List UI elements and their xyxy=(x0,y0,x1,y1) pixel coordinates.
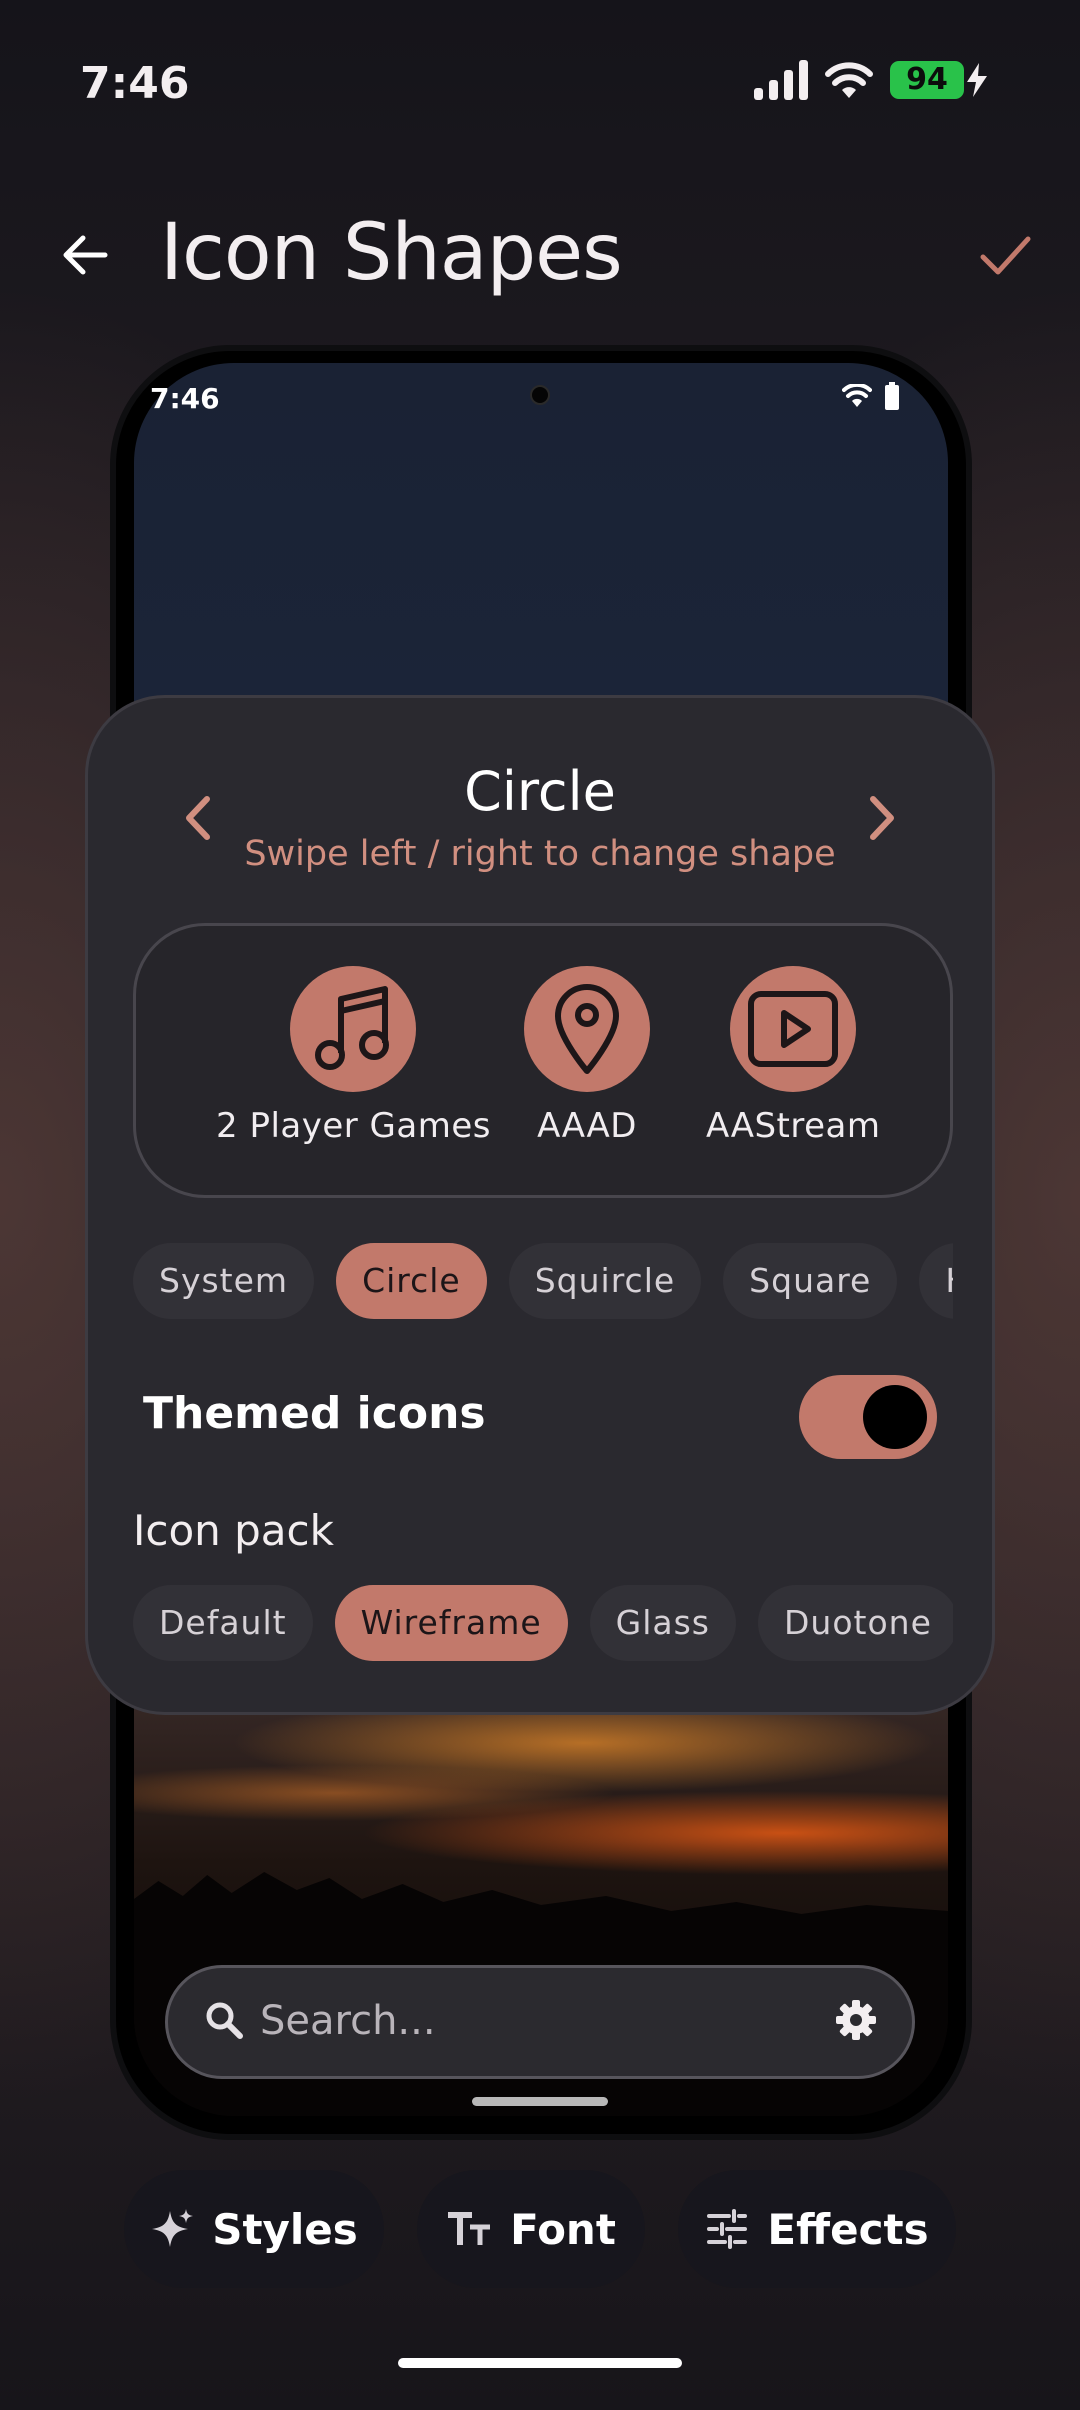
cellular-signal-icon xyxy=(754,60,808,100)
chip-shape-partial[interactable]: He xyxy=(919,1243,953,1319)
app-icon-aastream: AAStream xyxy=(706,966,880,1146)
effects-label: Effects xyxy=(767,2204,929,2254)
wifi-icon xyxy=(825,62,873,98)
arrow-back-icon xyxy=(63,235,108,275)
app-label: AAStream xyxy=(706,1106,881,1146)
themed-icons-toggle[interactable] xyxy=(799,1375,937,1459)
preview-battery-icon xyxy=(885,382,899,410)
preview-wifi-icon xyxy=(842,384,872,407)
charging-bolt-icon xyxy=(967,63,987,97)
chip-pack-duotone[interactable]: Duotone xyxy=(758,1585,953,1661)
status-bar: 7:46 94 xyxy=(0,0,1080,160)
status-time: 7:46 xyxy=(80,58,190,109)
effects-button[interactable]: Effects xyxy=(678,2170,956,2288)
icon-preview-box: 2 Player Games AAAD AAStream xyxy=(133,923,953,1198)
preview-status-time: 7:46 xyxy=(150,382,220,415)
chip-shape-square[interactable]: Square xyxy=(723,1243,898,1319)
chip-shape-squircle[interactable]: Squircle xyxy=(508,1243,702,1319)
icon-pack-chip-row: Default Wireframe Glass Duotone xyxy=(133,1585,953,1661)
app-label: AAAD xyxy=(537,1106,637,1146)
app-label: 2 Player Games xyxy=(216,1106,491,1146)
battery-level: 94 xyxy=(890,61,964,99)
styles-label: Styles xyxy=(212,2204,358,2254)
preview-status-icons xyxy=(842,382,900,410)
bottom-action-bar: Styles Font Effects xyxy=(0,2170,1080,2290)
back-button[interactable] xyxy=(50,220,120,290)
top-app-bar: Icon Shapes xyxy=(0,190,1080,320)
font-button[interactable]: Font xyxy=(417,2170,645,2288)
chevron-right-icon xyxy=(870,796,894,840)
app-icon-shape xyxy=(290,966,417,1092)
music-note-icon xyxy=(315,986,390,1070)
styles-button[interactable]: Styles xyxy=(124,2170,384,2288)
toggle-thumb xyxy=(863,1385,927,1449)
app-icon-aaad: AAAD xyxy=(524,966,650,1146)
app-icon-shape xyxy=(730,966,857,1092)
text-size-icon xyxy=(448,2212,491,2245)
chip-pack-default[interactable]: Default xyxy=(133,1585,313,1661)
app-icon-2-player-games: 2 Player Games xyxy=(216,966,491,1146)
chip-pack-glass[interactable]: Glass xyxy=(589,1585,737,1661)
location-pin-icon xyxy=(555,984,619,1074)
battery-indicator: 94 xyxy=(890,61,990,99)
app-icon-shape xyxy=(524,966,650,1092)
play-box-icon xyxy=(748,991,839,1067)
icon-pack-label: Icon pack xyxy=(133,1506,334,1555)
chip-shape-circle[interactable]: Circle xyxy=(336,1243,487,1319)
preview-home-indicator xyxy=(472,2097,608,2106)
screen: 7:46 94 Icon Shapes 7:46 Search... Circl… xyxy=(0,0,1080,2410)
chip-pack-wireframe[interactable]: Wireframe xyxy=(334,1585,568,1661)
next-shape-button[interactable] xyxy=(857,788,907,848)
camera-cutout xyxy=(530,385,550,405)
shape-chip-row: System Circle Squircle Square He xyxy=(133,1243,953,1319)
search-placeholder: Search... xyxy=(260,1998,436,2044)
page-title: Icon Shapes xyxy=(160,208,623,298)
icon-shape-card: Circle Swipe left / right to change shap… xyxy=(85,695,995,1715)
chip-shape-system[interactable]: System xyxy=(133,1243,315,1319)
font-label: Font xyxy=(510,2204,616,2254)
gear-icon[interactable] xyxy=(834,1998,878,2042)
status-icons: 94 xyxy=(754,60,990,100)
themed-icons-label: Themed icons xyxy=(143,1388,486,1439)
gesture-navigation-bar[interactable] xyxy=(398,2358,682,2368)
preview-search-bar[interactable]: Search... xyxy=(165,1965,915,2079)
search-icon xyxy=(206,2002,243,2039)
tune-icon xyxy=(707,2209,748,2249)
confirm-button[interactable] xyxy=(970,220,1040,290)
check-icon xyxy=(980,236,1031,275)
sparkle-icon xyxy=(152,2209,194,2247)
